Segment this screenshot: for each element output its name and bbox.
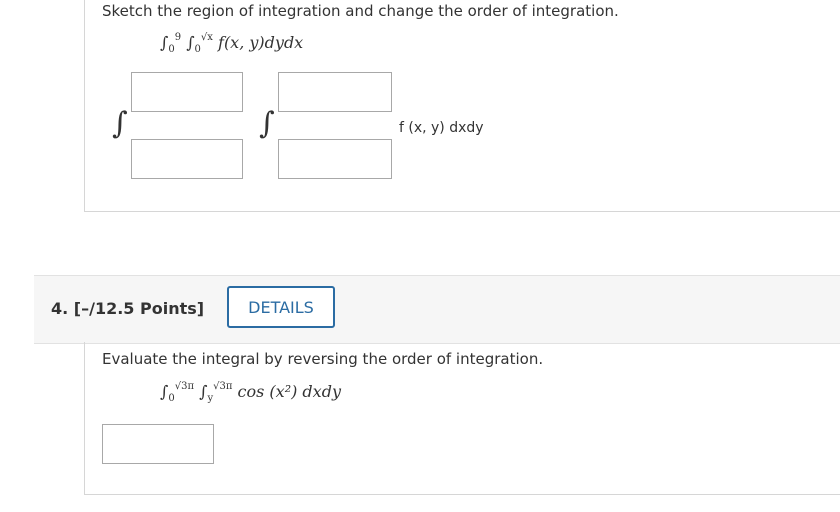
integrand-label: f (x, y) dxdy bbox=[399, 120, 484, 136]
answer-input[interactable] bbox=[102, 424, 214, 464]
integral-sign: ∫ bbox=[186, 33, 195, 52]
lower-limit-inner: 0 bbox=[194, 44, 201, 55]
lower-limit-inner: y bbox=[207, 393, 214, 404]
upper-limit-outer: √3π bbox=[174, 381, 195, 392]
question-4-panel: Evaluate the integral by reversing the o… bbox=[84, 342, 840, 495]
question-3-integral: ∫09 ∫0√x f(x, y)dydx bbox=[160, 32, 304, 55]
upper-limit-inner: √3π bbox=[213, 381, 233, 392]
question-3-panel: Sketch the region of integration and cha… bbox=[84, 0, 840, 212]
inner-integral-icon: ∫ bbox=[259, 106, 275, 141]
lower-limit-outer: 0 bbox=[168, 393, 175, 404]
question-3-prompt: Sketch the region of integration and cha… bbox=[102, 2, 619, 20]
outer-lower-limit-input[interactable] bbox=[131, 139, 243, 179]
question-4-prompt: Evaluate the integral by reversing the o… bbox=[102, 350, 544, 368]
question-4-points: 4. [–/12.5 Points] bbox=[51, 299, 205, 318]
question-4-header: 4. [–/12.5 Points] DETAILS bbox=[34, 275, 840, 344]
question-4-integral: ∫0√3π ∫y√3π cos (x²) dxdy bbox=[160, 381, 341, 404]
upper-limit-inner: √x bbox=[200, 32, 213, 43]
details-button[interactable]: DETAILS bbox=[227, 286, 335, 328]
outer-integral-icon: ∫ bbox=[112, 106, 128, 141]
inner-lower-limit-input[interactable] bbox=[278, 139, 392, 179]
upper-limit-outer: 9 bbox=[174, 32, 182, 43]
outer-upper-limit-input[interactable] bbox=[131, 72, 243, 112]
integrand-expression: cos (x²) dxdy bbox=[237, 382, 341, 401]
inner-upper-limit-input[interactable] bbox=[278, 72, 392, 112]
integrand-expression: f(x, y)dydx bbox=[218, 33, 304, 52]
lower-limit-outer: 0 bbox=[168, 44, 175, 55]
